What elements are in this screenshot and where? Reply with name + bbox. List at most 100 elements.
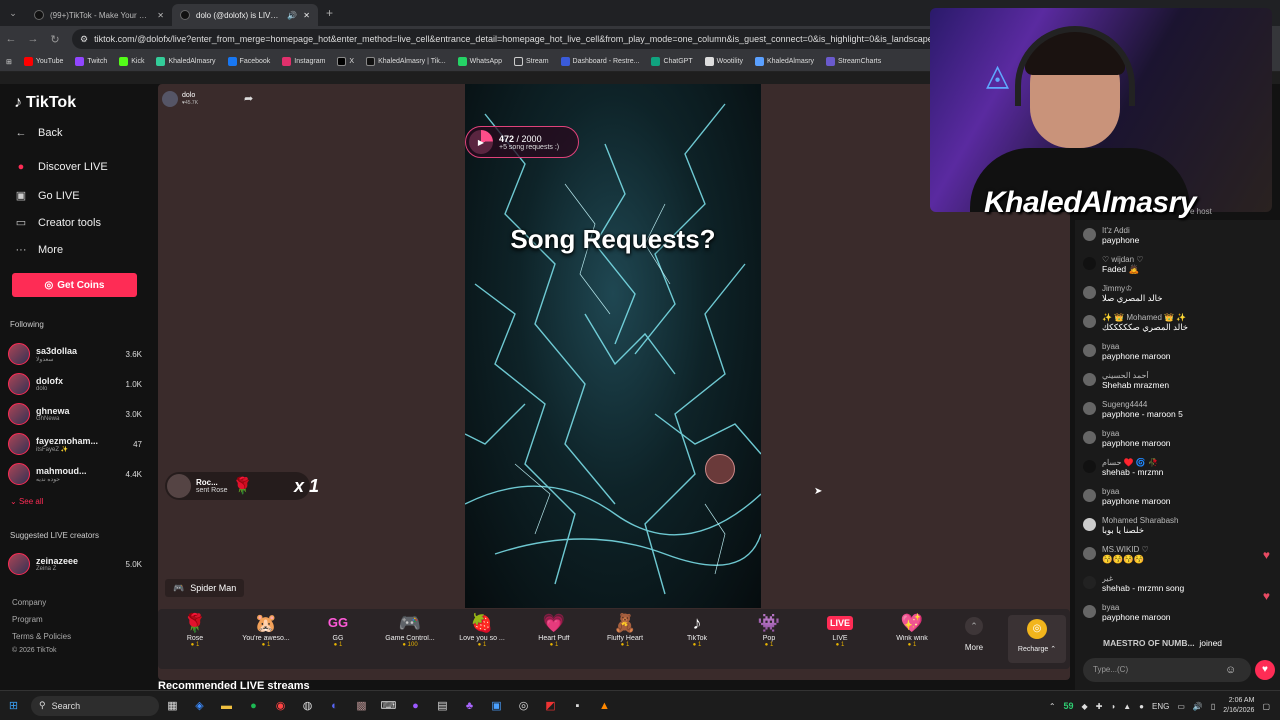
chevron-up-icon[interactable]: ⌃ [1049, 702, 1056, 711]
bookmark-x[interactable]: X [331, 57, 360, 66]
chat-message[interactable]: ✨ 👑 Mohamed 👑 ✨ خالد المصري صكككككك [1083, 313, 1273, 333]
close-tab-icon[interactable]: ✕ [303, 11, 310, 20]
bookmark-tiktok[interactable]: KhaledAlmasry | Tik... [360, 57, 452, 66]
battery-icon[interactable]: ▯ [1211, 702, 1215, 711]
host-info[interactable]: dolo ♥45.7K [162, 88, 214, 110]
bookmark-whatsapp[interactable]: WhatsApp [452, 57, 508, 66]
notes-icon[interactable]: ▤ [429, 699, 456, 712]
gift-live[interactable]: LIVE LIVE ● 1 [805, 611, 875, 648]
discord-icon[interactable]: ◐ [321, 700, 348, 712]
chrome-icon[interactable]: ◉ [267, 699, 294, 712]
gamepad-icon[interactable]: ♣ [456, 700, 483, 712]
bookmark-streamcharts[interactable]: StreamCharts [820, 57, 887, 66]
network-icon[interactable]: ▭ [1177, 702, 1185, 711]
emoji-icon[interactable]: ☺ [1225, 664, 1236, 676]
following-item[interactable]: fayezmoham... itsFayeZ ✨ 47 [8, 431, 142, 457]
gift-game-controller[interactable]: 🎮 Game Control... ● 100 [375, 611, 445, 648]
chat-message[interactable]: byaa payphone maroon [1083, 603, 1273, 622]
stream-app-icon[interactable]: ◩ [537, 699, 564, 712]
store-icon[interactable]: ▣ [483, 699, 510, 712]
chat-message[interactable]: byaa payphone maroon [1083, 487, 1273, 506]
tray-icon[interactable]: ◆ [1082, 702, 1088, 711]
tray-icon[interactable]: ● [1139, 702, 1144, 711]
copilot-icon[interactable]: ◈ [186, 699, 213, 712]
gift-rose[interactable]: 🌹 Rose ● 1 [160, 611, 230, 648]
forward-icon[interactable]: → [22, 33, 44, 45]
following-item[interactable]: mahmoud... حوده نديه 4.4K [8, 461, 142, 487]
bookmark-facebook[interactable]: Facebook [222, 57, 277, 66]
bookmark-chatgpt[interactable]: ChatGPT [645, 57, 698, 66]
chat-message[interactable]: غير shehab - mrzmn song [1083, 574, 1273, 593]
close-tab-icon[interactable]: ✕ [157, 11, 164, 20]
gift-gg[interactable]: GG GG ● 1 [303, 611, 373, 648]
tray-icon[interactable]: ▲ [1123, 702, 1131, 711]
bookmark-youtube[interactable]: YouTube [18, 57, 70, 66]
suggested-item[interactable]: zeinazeee Zeina Z 5.0K [8, 551, 142, 577]
gift-tiktok[interactable]: ♪ TikTok ● 1 [662, 611, 732, 648]
tray-icon[interactable]: ◑ [1110, 702, 1115, 711]
bookmark-twitch[interactable]: Twitch [69, 57, 113, 66]
tab-search-icon[interactable]: ⌄ [0, 8, 26, 19]
volume-icon[interactable]: 🔊 [1193, 702, 1203, 711]
chat-message[interactable]: byaa payphone maroon [1083, 429, 1273, 448]
bookmark-khaledalmasry[interactable]: KhaledAlmasry [150, 57, 221, 66]
nav-discover-live[interactable]: ● Discover LIVE [14, 161, 108, 173]
gift-heart-puff[interactable]: 💗 Heart Puff ● 1 [519, 611, 589, 648]
footer-terms-link[interactable]: Terms & Policies [12, 632, 71, 641]
bookmark-stream[interactable]: Stream [508, 57, 555, 66]
bookmark-kick[interactable]: Kick [113, 57, 150, 66]
get-coins-button[interactable]: ◎ Get Coins [12, 273, 137, 297]
nav-more[interactable]: ··· More [14, 244, 64, 256]
nav-go-live[interactable]: ▣ Go LIVE [14, 189, 80, 203]
notifications-icon[interactable]: ▢ [1262, 702, 1270, 711]
chat-message[interactable]: ♡ wijdan ♡ Faded 🙇 [1083, 255, 1273, 275]
bookmark-instagram[interactable]: Instagram [276, 57, 331, 66]
see-all-link[interactable]: ⌄ See all [10, 497, 43, 506]
gift-wink-wink[interactable]: 💖 Wink wink ● 1 [877, 611, 947, 648]
goal-progress-bar[interactable]: ▶ 472 / 2000 +5 song requests :) [465, 126, 579, 158]
bookmark-wootility[interactable]: Wootility [699, 57, 749, 66]
back-icon[interactable]: ← [0, 33, 22, 45]
browser-tab-dolo-live[interactable]: dolo (@dolofx) is LIVE - Ti 🔊 ✕ [172, 4, 318, 26]
taskbar-search[interactable]: ⚲ Search [31, 695, 159, 716]
following-item[interactable]: dolofx dolo 1.0K [8, 371, 142, 397]
footer-company-link[interactable]: Company [12, 598, 46, 607]
browser-tab-tiktok-home[interactable]: (99+)TikTok - Make Your Day ✕ [26, 4, 172, 26]
chat-message[interactable]: Jimmy♔ خالد المصري صلا [1083, 284, 1273, 304]
game-tag[interactable]: 🎮 Spider Man [165, 579, 245, 597]
following-item[interactable]: ghnewa GhNewa 3.0K [8, 401, 142, 427]
gift-love-you-so[interactable]: 🍓 Love you so ... ● 1 [447, 611, 517, 648]
gift-youre-awesome[interactable]: 🐹 You're aweso... ● 1 [231, 611, 301, 648]
chat-message[interactable]: It'z Addi payphone [1083, 226, 1273, 245]
nav-back[interactable]: ← Back [14, 127, 63, 139]
chat-message[interactable]: Sugeng4444 payphone - maroon 5 [1083, 400, 1273, 419]
app-circle-icon[interactable]: ◎ [510, 699, 537, 712]
url-field[interactable]: ⚙ tiktok.com/@dolofx/live?enter_from_mer… [72, 29, 942, 49]
chat-message[interactable]: Mohamed Sharabash خلصنا يا بوبا [1083, 516, 1273, 536]
site-info-icon[interactable]: ⚙ [80, 34, 88, 45]
chat-message[interactable]: MS.WIKID ♡ 😚😚😚😚 [1083, 545, 1273, 565]
gift-more-button[interactable]: ⌃ More [939, 617, 1009, 652]
spotify-icon[interactable]: ● [240, 700, 267, 712]
footer-program-link[interactable]: Program [12, 615, 43, 624]
gift-pop[interactable]: 👾 Pop ● 1 [734, 611, 804, 648]
bookmark-khaledalmasry-2[interactable]: KhaledAlmasry [749, 57, 820, 66]
nav-creator-tools[interactable]: ▭ Creator tools [14, 216, 101, 230]
share-icon[interactable]: ➦ [244, 92, 253, 105]
clock[interactable]: 2:06 AM 2/16/2026 [1223, 696, 1254, 716]
app-icon[interactable]: ● [402, 700, 429, 712]
live-video[interactable]: ▶ 472 / 2000 +5 song requests :) Song Req… [465, 84, 761, 608]
windows-start-icon[interactable]: ⊞ [0, 699, 27, 712]
flag-icon[interactable]: ▦ [159, 699, 186, 712]
chat-message[interactable]: أحمد الحسيني Shehab mrazmen [1083, 371, 1273, 390]
language-indicator[interactable]: ENG [1152, 702, 1169, 711]
chat-message[interactable]: حسام ♥️ 🌀 🥀 shehab - mrzmn [1083, 458, 1273, 477]
app-orange-icon[interactable]: ▲ [591, 700, 618, 712]
obs-icon[interactable]: ◍ [294, 699, 321, 712]
tray-icon[interactable]: ✚ [1096, 702, 1103, 711]
tiktok-logo[interactable]: ♪ TikTok [14, 94, 76, 112]
file-explorer-icon[interactable]: ▬ [213, 700, 240, 712]
keyboard-icon[interactable]: ⌨ [375, 699, 402, 712]
bookmark-restream[interactable]: Dashboard - Restre... [555, 57, 646, 66]
chat-message[interactable]: byaa payphone maroon [1083, 342, 1273, 361]
